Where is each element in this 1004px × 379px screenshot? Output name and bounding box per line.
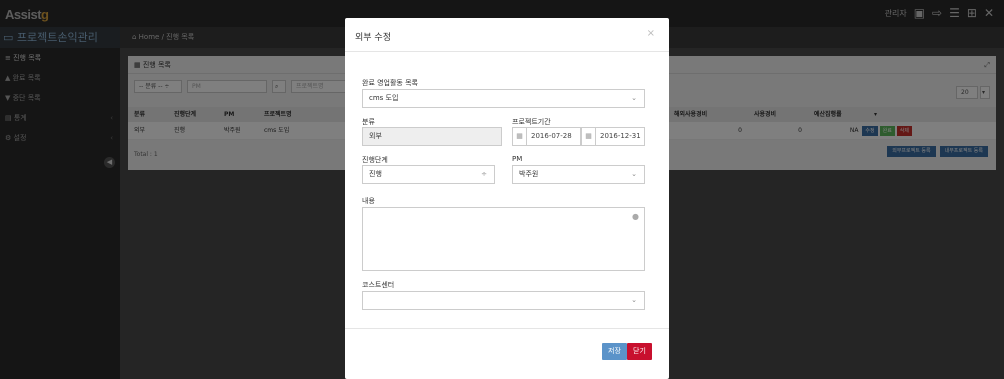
modal-title: 외부 수정 — [355, 33, 391, 43]
cost-center-label: 코스트센터 — [362, 281, 395, 289]
stage-select[interactable]: 진행 ÷ — [362, 165, 495, 184]
cost-center-select[interactable]: ⌄ — [362, 291, 645, 310]
save-button[interactable]: 저장 — [602, 343, 627, 360]
content-label: 내용 — [362, 197, 375, 205]
edit-modal: 외부 수정 × 완료 영업활동 목록 cms 도입 ⌄ 분류 외부 프로젝트기간 … — [345, 18, 669, 379]
complete-list-select[interactable]: cms 도입 ⌄ — [362, 89, 645, 108]
end-date-field[interactable]: ▦ 2016-12-31 — [581, 127, 645, 146]
stage-label: 진행단계 — [362, 156, 388, 164]
start-date-field[interactable]: ▦ 2016-07-28 — [512, 127, 581, 146]
category-label: 분류 — [362, 118, 375, 126]
period-label: 프로젝트기간 — [512, 118, 551, 126]
complete-list-label: 완료 영업활동 목록 — [362, 79, 418, 87]
category-field: 외부 — [362, 127, 502, 146]
chevron-down-icon: ⌄ — [631, 94, 637, 102]
modal-footer-divider — [345, 328, 669, 329]
calendar-icon: ▦ — [513, 128, 527, 145]
close-icon[interactable]: × — [647, 28, 655, 39]
updown-icon: ÷ — [481, 170, 487, 178]
pm-label: PM — [512, 155, 523, 163]
pm-select[interactable]: 박주원 ⌄ — [512, 165, 645, 184]
close-button[interactable]: 닫기 — [627, 343, 652, 360]
modal-header: 외부 수정 × — [345, 18, 669, 52]
comment-icon: ● — [632, 212, 639, 221]
content-textarea[interactable]: ● — [362, 207, 645, 271]
chevron-down-icon: ⌄ — [631, 296, 637, 304]
calendar-icon: ▦ — [582, 128, 596, 145]
chevron-down-icon: ⌄ — [631, 170, 637, 178]
